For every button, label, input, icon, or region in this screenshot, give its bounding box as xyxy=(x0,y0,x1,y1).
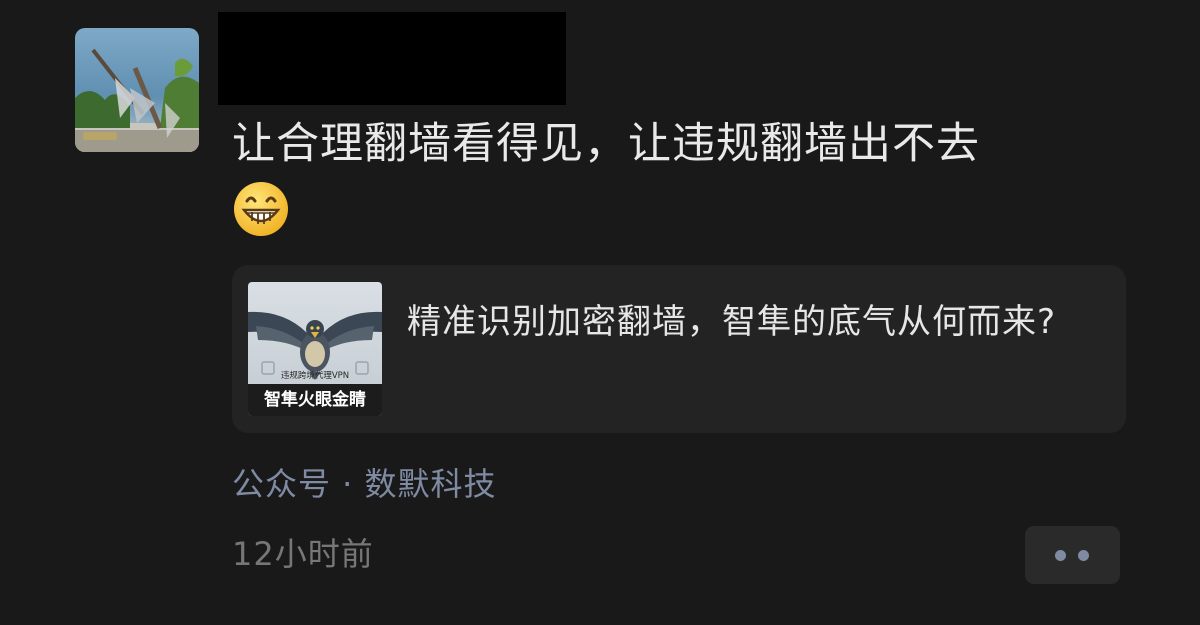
official-account-link[interactable]: 公众号 · 数默科技 xyxy=(232,460,497,508)
post-text: 让合理翻墙看得见，让违规翻墙出不去 xyxy=(232,119,980,169)
article-thumbnail: 违规跨境代理VPN 智隼火眼金睛 xyxy=(248,282,382,416)
avatar[interactable] xyxy=(75,28,199,152)
post-timestamp: 12小时前 xyxy=(232,535,374,573)
more-dots-icon xyxy=(1055,550,1066,561)
avatar-image xyxy=(75,28,199,152)
thumbnail-subcaption: 违规跨境代理VPN xyxy=(281,370,349,381)
more-actions-button[interactable] xyxy=(1025,526,1120,584)
thumbnail-caption: 智隼火眼金睛 xyxy=(264,389,366,410)
article-title[interactable]: 精准识别加密翻墙，智隼的底气从何而来? xyxy=(407,295,1097,349)
grin-emoji-icon xyxy=(232,180,290,238)
redacted-username xyxy=(218,12,566,105)
more-dots-icon xyxy=(1078,550,1089,561)
moment-post: 让合理翻墙看得见，让违规翻墙出不去 违规跨境代理VPN 智隼火眼金睛 精准识别加… xyxy=(0,0,1200,625)
shared-article-card[interactable]: 违规跨境代理VPN 智隼火眼金睛 精准识别加密翻墙，智隼的底气从何而来? xyxy=(232,265,1126,433)
